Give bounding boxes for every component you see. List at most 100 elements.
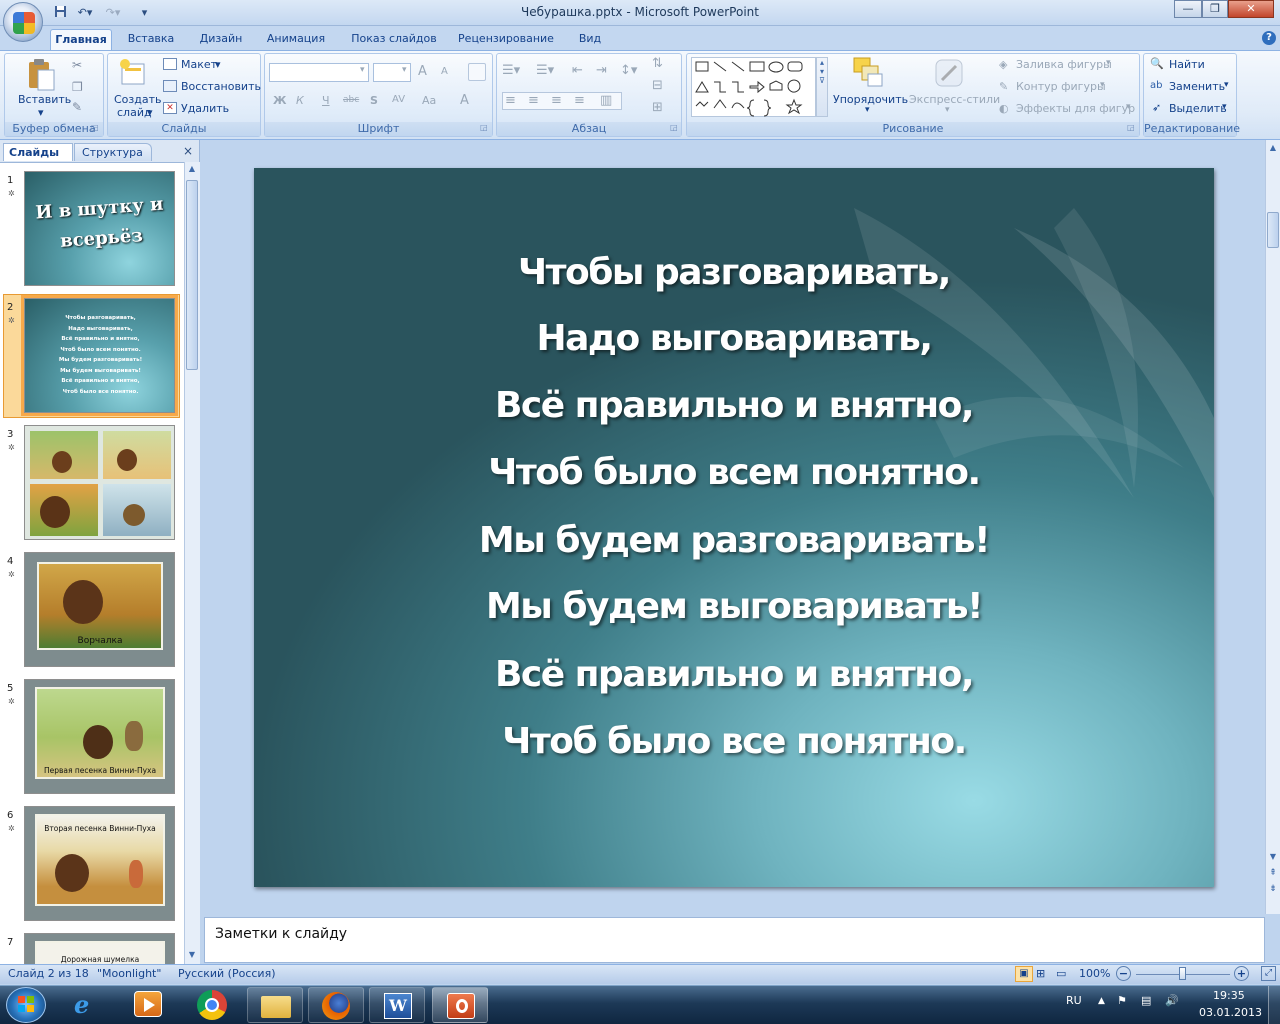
fit-to-window-icon[interactable]: ⤢ — [1261, 966, 1276, 981]
undo-icon[interactable]: ↶▾ — [72, 4, 98, 21]
start-button[interactable] — [6, 987, 46, 1023]
language[interactable]: Русский (Россия) — [178, 967, 276, 980]
tab-view[interactable]: Вид — [570, 29, 610, 50]
action-center-icon[interactable]: ⚑ — [1117, 994, 1127, 1007]
zoom-level[interactable]: 100% — [1079, 967, 1110, 980]
shape-fill-icon[interactable]: ◈ — [999, 58, 1007, 71]
tab-slideshow[interactable]: Показ слайдов — [344, 29, 444, 50]
new-slide-dropdown-icon[interactable]: ▾ — [147, 106, 153, 119]
volume-icon[interactable]: 🔊 — [1165, 994, 1179, 1007]
numbering-icon[interactable]: ☰▾ — [536, 63, 554, 78]
slide-canvas[interactable]: Чтобы разговаривать, Надо выговаривать, … — [254, 168, 1214, 887]
delete-button[interactable]: Удалить — [181, 102, 229, 115]
underline-button[interactable]: Ч — [322, 94, 330, 107]
tab-home[interactable]: Главная — [50, 29, 112, 50]
word-task[interactable]: W — [369, 987, 425, 1023]
previous-slide-icon[interactable]: ⇞ — [1267, 868, 1279, 882]
help-icon[interactable]: ? — [1262, 31, 1276, 45]
media-player-icon[interactable] — [134, 991, 162, 1017]
arrange-button[interactable]: Упорядочить — [833, 93, 908, 106]
line-spacing-icon[interactable]: ↕▾ — [620, 63, 637, 78]
font-color-button[interactable]: A — [460, 93, 469, 108]
slide-thumbnail-6[interactable]: Вторая песенка Винни-Пуха — [24, 806, 175, 921]
copy-icon[interactable]: ❐ — [72, 80, 83, 94]
slide-scroll-thumb[interactable] — [1267, 212, 1279, 248]
justify-icon[interactable]: ≡ — [574, 93, 585, 108]
normal-view-icon[interactable]: ▣ — [1015, 966, 1033, 982]
notes-pane[interactable]: Заметки к слайду — [204, 917, 1265, 963]
explorer-task[interactable] — [247, 987, 303, 1023]
smartart-icon[interactable]: ⊞ — [652, 100, 663, 115]
text-direction-icon[interactable]: ⇅ — [652, 56, 663, 71]
scroll-up-icon[interactable]: ▲ — [186, 164, 198, 176]
paste-dropdown-icon[interactable]: ▾ — [38, 106, 44, 119]
slide-thumbnail-1[interactable]: И в шутку и всерьёз — [24, 171, 175, 286]
find-button[interactable]: Найти — [1169, 58, 1205, 71]
slide-sorter-icon[interactable]: ⊞ — [1036, 967, 1045, 980]
grow-font-button[interactable]: A — [418, 64, 427, 79]
thumbnails-scroll-thumb[interactable] — [186, 180, 198, 370]
font-launcher-icon[interactable]: ◲ — [480, 123, 488, 132]
new-slide-label-1[interactable]: Создать — [114, 93, 162, 106]
bold-button[interactable]: Ж — [273, 94, 286, 107]
slide-thumbnail-2[interactable]: Чтобы разговаривать, Надо выговаривать, … — [24, 298, 175, 413]
font-name-dropdown-icon[interactable]: ▾ — [360, 65, 365, 75]
paragraph-launcher-icon[interactable]: ◲ — [670, 123, 678, 132]
scroll-down-icon[interactable]: ▼ — [1267, 852, 1279, 864]
reset-button[interactable]: Восстановить — [181, 80, 261, 93]
align-center-icon[interactable]: ≡ — [528, 93, 539, 108]
select-dropdown-icon[interactable]: ▾ — [1222, 102, 1227, 112]
tab-design[interactable]: Дизайн — [190, 29, 252, 50]
tab-review[interactable]: Рецензирование — [452, 29, 560, 50]
shape-effects-dropdown-icon[interactable]: ▾ — [1126, 102, 1131, 112]
slide-thumbnail-7[interactable]: Дорожная шумелка — [24, 933, 175, 964]
layout-dropdown-icon[interactable]: ▾ — [215, 58, 221, 71]
clear-format-icon[interactable] — [468, 63, 486, 81]
italic-button[interactable]: К — [296, 94, 304, 107]
save-icon[interactable] — [52, 4, 69, 21]
align-text-icon[interactable]: ⊟ — [652, 78, 663, 93]
powerpoint-task[interactable] — [432, 987, 488, 1023]
shape-outline-button[interactable]: Контур фигуры — [1016, 80, 1106, 93]
arrange-icon[interactable] — [851, 56, 885, 90]
format-painter-icon[interactable]: ✎ — [72, 100, 82, 114]
shape-fill-dropdown-icon[interactable]: ▾ — [1106, 58, 1111, 68]
office-button[interactable] — [3, 2, 43, 42]
clock-date[interactable]: 03.01.2013 — [1199, 1006, 1262, 1019]
drawing-launcher-icon[interactable]: ◲ — [1127, 123, 1135, 132]
slide-thumbnail-5[interactable]: Первая песенка Винни-Пуха — [24, 679, 175, 794]
quick-styles-icon[interactable] — [932, 56, 966, 90]
decrease-indent-icon[interactable]: ⇤ — [572, 63, 583, 78]
internet-explorer-icon[interactable]: e — [74, 990, 89, 1019]
font-name-field[interactable] — [269, 63, 369, 82]
paste-button[interactable]: Вставить — [18, 93, 71, 106]
align-right-icon[interactable]: ≡ — [551, 93, 562, 108]
theme-name[interactable]: "Moonlight" — [97, 967, 161, 980]
bullets-icon[interactable]: ☰▾ — [502, 63, 520, 78]
slide-thumbnail-4[interactable]: Ворчалка — [24, 552, 175, 667]
select-button[interactable]: Выделить — [1169, 102, 1227, 115]
zoom-in-icon[interactable]: + — [1234, 966, 1249, 981]
scroll-up-icon[interactable]: ▲ — [1267, 143, 1279, 155]
tab-outline[interactable]: Структура — [74, 143, 152, 161]
next-slide-icon[interactable]: ⇟ — [1267, 884, 1279, 898]
slide-scrollbar[interactable] — [1265, 140, 1280, 914]
tray-expand-icon[interactable]: ▲ — [1098, 996, 1105, 1006]
shape-effects-icon[interactable]: ◐ — [999, 102, 1009, 115]
clipboard-launcher-icon[interactable]: ◲ — [91, 123, 99, 132]
quick-styles-button[interactable]: Экспресс-стили — [909, 93, 1000, 106]
change-case-button[interactable]: Aa — [422, 94, 436, 107]
new-slide-icon[interactable] — [118, 58, 148, 90]
columns-icon[interactable]: ▥ — [600, 93, 612, 108]
tab-slides[interactable]: Слайды — [3, 143, 73, 161]
shape-effects-button[interactable]: Эффекты для фигур — [1016, 102, 1135, 115]
shape-outline-icon[interactable]: ✎ — [999, 80, 1008, 93]
maximize-button[interactable]: ❐ — [1202, 0, 1228, 18]
strikethrough-button[interactable]: abc — [343, 95, 359, 105]
align-left-icon[interactable]: ≡ — [505, 93, 516, 108]
language-indicator[interactable]: RU — [1066, 994, 1082, 1007]
minimize-button[interactable]: — — [1174, 0, 1202, 18]
clock-time[interactable]: 19:35 — [1213, 989, 1245, 1002]
shapes-gallery[interactable] — [691, 57, 816, 117]
shadow-button[interactable]: S — [370, 94, 378, 107]
